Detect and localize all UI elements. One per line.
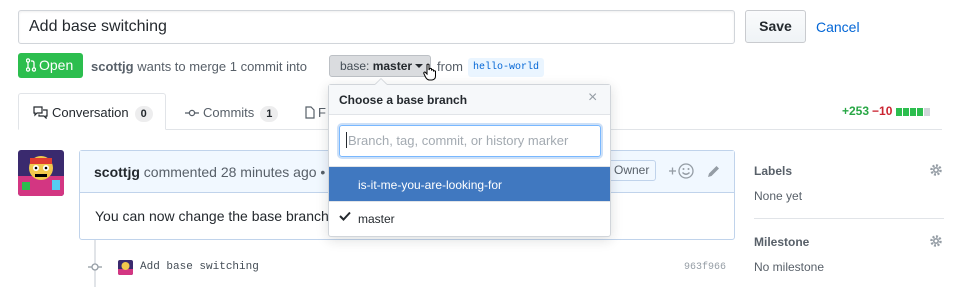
pr-title-input[interactable]: Add base switching [18, 10, 735, 44]
check-icon [339, 211, 351, 221]
base-branch-button[interactable]: base: master [329, 55, 431, 77]
diffstat-block [917, 108, 924, 116]
commit-message-link[interactable]: Add base switching [140, 261, 259, 273]
pr-author-link[interactable]: scottjg [91, 59, 134, 74]
tab-files-label: F [318, 105, 326, 120]
diffstat: +253 −10 [842, 104, 931, 119]
diffstat-block [903, 108, 910, 116]
branch-filter-input[interactable]: Branch, tag, commit, or history marker [339, 125, 601, 157]
tab-commits-label: Commits [203, 105, 255, 120]
add-reaction-icon[interactable] [669, 163, 695, 179]
sidebar-divider [754, 218, 944, 219]
tab-commits-count: 1 [260, 106, 279, 122]
base-prefix: base: [340, 59, 373, 73]
diffstat-added: +253 [842, 104, 870, 118]
labels-heading: Labels [754, 164, 793, 178]
branch-item-label[interactable]: is-it-me-you-are-looking-for [358, 178, 502, 192]
pencil-icon[interactable] [706, 164, 721, 179]
comment-author-link[interactable]: scottjg [94, 164, 140, 180]
branch-filter-placeholder: Branch, tag, commit, or history marker [348, 133, 569, 148]
milestone-heading: Milestone [754, 235, 810, 249]
diffstat-block [910, 108, 917, 116]
tab-conversation-label: Conversation [52, 105, 129, 120]
comment-timestamp[interactable]: commented 28 minutes ago • [140, 164, 326, 180]
comment-body: You can now change the base branch [95, 208, 329, 224]
commit-author-avatar[interactable] [118, 260, 133, 275]
dropdown-title: Choose a base branch [339, 93, 468, 107]
tab-commits[interactable]: Commits 1 [185, 105, 279, 122]
milestone-gear-icon[interactable] [929, 234, 943, 248]
commit-sha-link[interactable]: 963f966 [684, 262, 726, 273]
close-icon[interactable]: × [588, 90, 597, 106]
tab-conversation[interactable]: Conversation 0 [33, 105, 153, 122]
comment-discussion-icon [33, 106, 48, 120]
avatar[interactable] [18, 150, 64, 196]
state-label: Open [39, 57, 74, 73]
state-badge-open: Open [18, 53, 83, 78]
tab-conversation-count: 0 [134, 106, 153, 122]
avatar-image [18, 150, 64, 196]
from-label: from [437, 59, 463, 74]
diffstat-removed: −10 [872, 104, 893, 118]
cancel-link[interactable]: Cancel [816, 19, 860, 35]
chevron-down-icon [415, 64, 424, 68]
text-cursor [346, 132, 347, 148]
file-diff-icon [305, 106, 315, 119]
labels-value: None yet [754, 189, 803, 203]
merge-info-text: wants to merge 1 commit into [133, 59, 308, 74]
save-button[interactable]: Save [745, 10, 806, 43]
diffstat-blocks [896, 105, 931, 119]
branch-item-master[interactable]: master [358, 212, 395, 226]
diffstat-block [924, 108, 931, 116]
dropdown-item-divider [329, 201, 610, 202]
merge-info: scottjg wants to merge 1 commit into [91, 59, 307, 74]
base-branch-name: master [372, 59, 413, 73]
diffstat-block [896, 108, 903, 116]
labels-gear-icon[interactable] [929, 163, 943, 177]
milestone-value: No milestone [754, 260, 825, 274]
git-pull-request-icon [25, 58, 37, 72]
hand-pointer-cursor-icon [423, 63, 436, 81]
git-commit-icon [88, 263, 102, 271]
git-commit-icon [185, 109, 199, 117]
tab-files-changed[interactable]: F [305, 105, 326, 120]
commit-avatar-image [118, 260, 133, 275]
owner-badge: Owner [607, 160, 657, 181]
comment-header-text: scottjg commented 28 minutes ago • [94, 164, 325, 180]
head-branch-ref[interactable]: hello-world [468, 58, 545, 77]
